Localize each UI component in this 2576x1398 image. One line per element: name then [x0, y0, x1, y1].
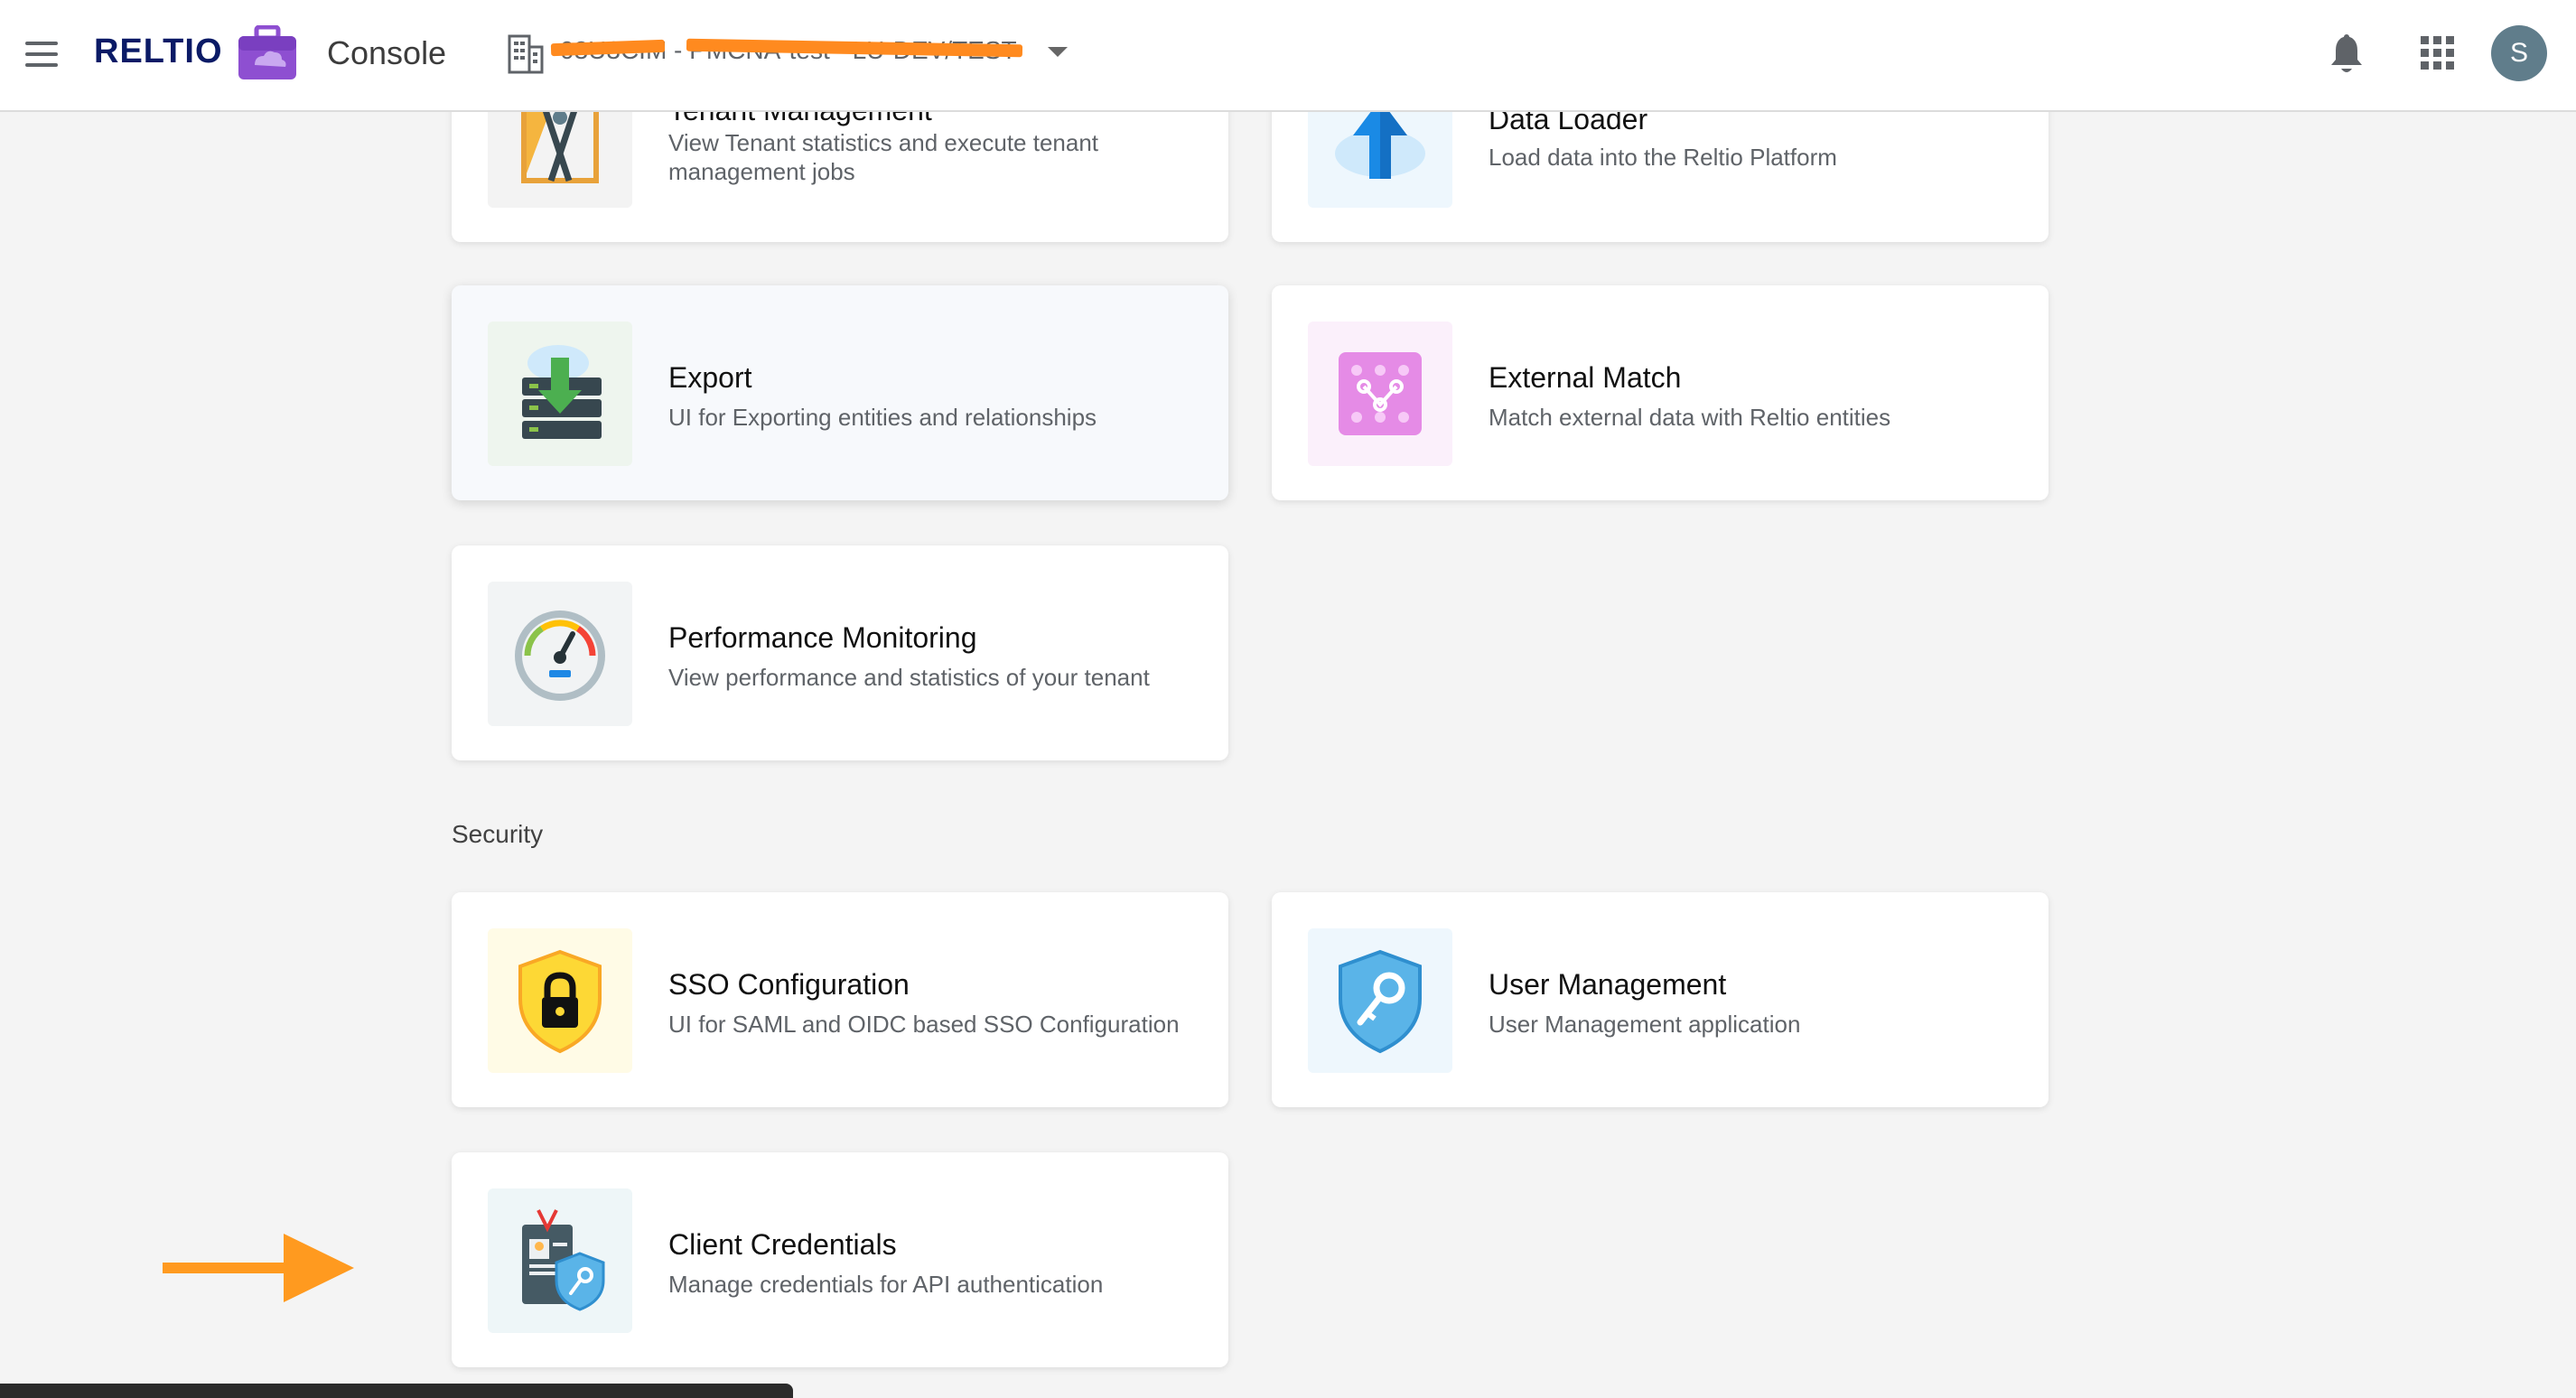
export-server-icon [522, 345, 602, 439]
user-avatar[interactable]: S [2491, 25, 2547, 81]
id-badge-key-icon [522, 1209, 605, 1311]
card-description: Load data into the Reltio Platform [1489, 144, 1837, 171]
reltio-logo: RELTIO [94, 33, 223, 70]
match-grid-icon [1339, 352, 1422, 435]
client-credentials-icon-box [488, 1188, 632, 1333]
card-title: External Match [1489, 361, 1682, 394]
card-description: UI for SAML and OIDC based SSO Configura… [668, 1011, 1180, 1038]
section-heading-security: Security [452, 820, 544, 848]
external-match-icon-box [1308, 322, 1452, 466]
card-title: User Management [1489, 968, 1727, 1001]
card-title: Performance Monitoring [668, 621, 977, 654]
card-export[interactable]: Export UI for Exporting entities and rel… [452, 285, 1228, 500]
card-title: Client Credentials [668, 1228, 897, 1261]
tenant-dropdown-chevron-icon[interactable] [1048, 47, 1068, 57]
notifications-bell-icon[interactable] [2327, 33, 2366, 74]
shield-key-icon [1339, 949, 1422, 1054]
card-user-management[interactable]: User Management User Management applicat… [1272, 892, 2049, 1107]
card-description: UI for Exporting entities and relationsh… [668, 404, 1097, 431]
card-description: Match external data with Reltio entities [1489, 404, 1891, 431]
menu-icon[interactable] [20, 36, 63, 72]
console-briefcase-icon [238, 25, 296, 79]
console-label: Console [327, 34, 447, 71]
annotation-arrow-icon [163, 1234, 354, 1302]
card-title: Export [668, 361, 752, 394]
performance-icon-box [488, 582, 632, 726]
card-sso-configuration[interactable]: SSO Configuration UI for SAML and OIDC b… [452, 892, 1228, 1107]
tenant-building-icon [508, 34, 544, 74]
top-app-bar: RELTIO Console 03U3CIM - PMCNA-test - LU… [0, 0, 2576, 112]
card-description: View Tenant statistics and execute tenan… [668, 129, 1099, 185]
user-management-icon-box [1308, 928, 1452, 1073]
card-performance-monitoring[interactable]: Performance Monitoring View performance … [452, 545, 1228, 760]
browser-status-bar [0, 1384, 793, 1398]
card-external-match[interactable]: External Match Match external data with … [1272, 285, 2049, 500]
export-icon-box [488, 322, 632, 466]
card-description: View performance and statistics of your … [668, 664, 1150, 691]
shield-lock-icon [518, 949, 602, 1054]
card-description: User Management application [1489, 1011, 1801, 1038]
card-description: Manage credentials for API authenticatio… [668, 1271, 1104, 1298]
apps-grid-icon[interactable] [2421, 36, 2455, 70]
card-title: SSO Configuration [668, 968, 910, 1001]
sso-icon-box [488, 928, 632, 1073]
gauge-icon [515, 610, 605, 701]
card-client-credentials[interactable]: Client Credentials Manage credentials fo… [452, 1152, 1228, 1367]
